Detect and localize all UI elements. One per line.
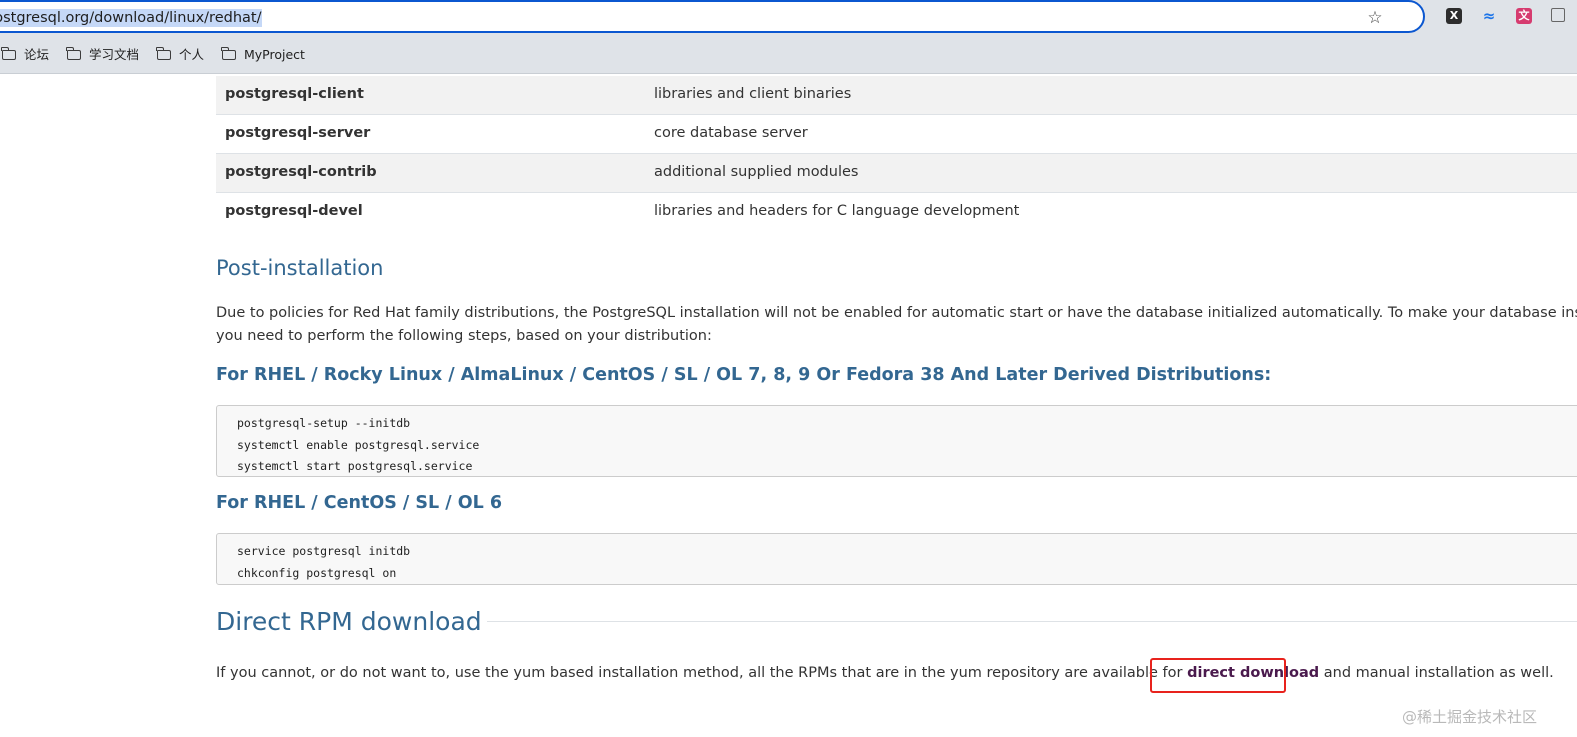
code-block-rhel6[interactable]: service postgresql initdb chkconfig post… [216,533,1577,585]
package-name: postgresql-client [225,86,364,102]
page-content: postgresql-client libraries and client b… [0,74,1577,737]
folder-icon [221,47,236,60]
code-line: service postgresql initdb [237,544,411,558]
paragraph-line-2: you need to perform the following steps,… [216,328,712,344]
bookmarks-bar: 论坛 学习文档 个人 MyProject [0,36,1577,74]
package-name: postgresql-contrib [225,164,377,180]
highlight-annotation-box [1150,658,1286,693]
bookmark-label: 学习文档 [89,47,140,62]
table-row: postgresql-contrib additional supplied m… [216,154,1577,193]
post-install-paragraph: Due to policies for Red Hat family distr… [216,302,1577,348]
bookmark-star-icon[interactable]: ☆ [1365,8,1385,28]
code-line: systemctl start postgresql.service [237,459,473,473]
extension-layers-icon[interactable]: ≈ [1481,8,1497,24]
code-line: postgresql-setup --initdb [237,416,411,430]
url-text[interactable]: postgresql.org/download/linux/redhat/ [0,9,263,27]
code-line: chkconfig postgresql on [237,565,397,580]
heading-divider [487,621,1577,622]
bookmark-study-docs[interactable]: 学习文档 [66,46,140,64]
table-row: postgresql-client libraries and client b… [216,76,1577,115]
package-table: postgresql-client libraries and client b… [216,76,1577,232]
rhel6-heading: For RHEL / CentOS / SL / OL 6 [216,493,503,513]
address-bar[interactable]: postgresql.org/download/linux/redhat/ ☆ [0,0,1425,33]
package-desc: libraries and headers for C language dev… [654,203,1020,219]
folder-icon [156,47,171,60]
paragraph-line-1: Due to policies for Red Hat family distr… [216,305,1577,321]
table-row: postgresql-devel libraries and headers f… [216,193,1577,232]
bookmark-forum[interactable]: 论坛 [1,46,50,64]
code-line: systemctl enable postgresql.service [237,437,480,452]
direct-text-before: If you cannot, or do not want to, use th… [216,665,1188,681]
package-desc: additional supplied modules [654,164,859,180]
browser-toolbar: postgresql.org/download/linux/redhat/ ☆ … [0,0,1577,36]
extension-x-icon[interactable]: X [1446,8,1462,24]
watermark: @稀土掘金技术社区 [1402,708,1538,726]
extensions-puzzle-icon[interactable] [1551,8,1565,22]
folder-icon [1,47,16,60]
bookmark-myproject[interactable]: MyProject [221,46,305,64]
extension-translate-icon[interactable]: 文 [1516,8,1532,24]
package-desc: core database server [654,125,808,141]
bookmark-label: 个人 [179,47,205,62]
package-desc: libraries and client binaries [654,86,852,102]
package-name: postgresql-server [225,125,371,141]
bookmark-label: MyProject [244,47,305,62]
folder-icon [66,47,81,60]
direct-text-after: and manual installation as well. [1319,665,1554,681]
bookmark-personal[interactable]: 个人 [156,46,205,64]
package-name: postgresql-devel [225,203,363,219]
post-installation-heading: Post-installation [216,256,384,280]
direct-rpm-heading: Direct RPM download [216,607,482,636]
direct-rpm-paragraph: If you cannot, or do not want to, use th… [216,662,1577,685]
table-row: postgresql-server core database server [216,115,1577,154]
bookmark-label: 论坛 [24,47,50,62]
rhel7-heading: For RHEL / Rocky Linux / AlmaLinux / Cen… [216,365,1272,385]
code-block-rhel7[interactable]: postgresql-setup --initdb systemctl enab… [216,405,1577,477]
